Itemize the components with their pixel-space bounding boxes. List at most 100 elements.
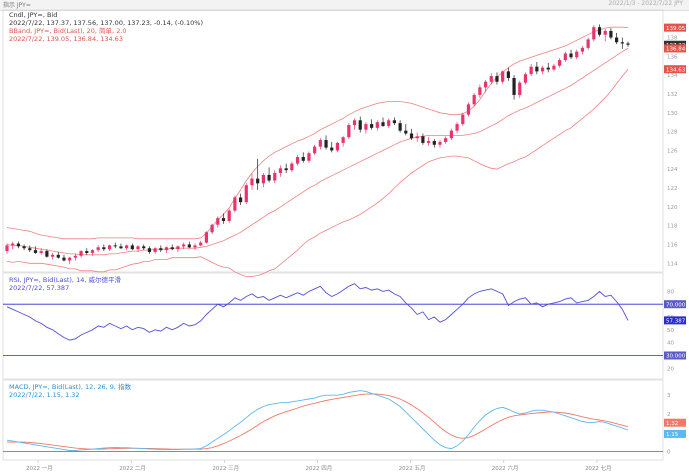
candle-body <box>39 251 43 253</box>
candle-body <box>552 65 556 70</box>
candle-body <box>318 140 322 147</box>
macd-badge-macd-text: 1.15 <box>666 432 679 438</box>
price-y-tick-label: 130 <box>667 111 678 117</box>
candle-body <box>358 120 362 130</box>
x-tick-label: 2022 一月 <box>26 465 53 472</box>
candle-body <box>273 172 277 181</box>
price-y-tick-label: 136 <box>667 54 678 60</box>
candle-body <box>301 156 305 161</box>
candle-body <box>227 210 231 221</box>
x-tick-label: 2022 七月 <box>585 464 612 472</box>
price-y-tick-label: 122 <box>667 186 678 192</box>
candle-body <box>364 124 368 130</box>
candle-body <box>535 66 539 72</box>
candle-body <box>142 246 146 249</box>
y-axis-labels: 138 136 134 132 130 128 126 124 122 120 118 116 114 8… <box>667 36 678 456</box>
candle-body <box>506 71 510 78</box>
x-tick-label: 2022 三月 <box>212 465 239 472</box>
candle-body <box>250 178 254 186</box>
price-y-tick-label: 114 <box>667 261 678 267</box>
bband-middle-line <box>6 48 629 256</box>
candle-body <box>478 87 482 95</box>
candle-body <box>615 37 619 43</box>
candle-body <box>45 251 49 257</box>
candle-body <box>569 53 573 58</box>
candle-body <box>290 163 294 171</box>
rsi-y-tick-label: 40 <box>667 341 674 347</box>
candle-body <box>466 104 471 115</box>
price-badge-text: 139.05 <box>666 26 686 32</box>
candle-body <box>352 120 357 126</box>
candle-body <box>370 124 374 128</box>
candle-body <box>261 174 265 184</box>
price-badge-text: 134.63 <box>666 67 686 73</box>
bband-lower-line <box>6 68 629 277</box>
candle-body <box>170 247 174 250</box>
candle-body <box>22 246 26 249</box>
candle-body <box>90 250 95 253</box>
candle-body <box>313 146 317 154</box>
candle-body <box>28 248 32 251</box>
candle-body <box>199 242 203 246</box>
candle-body <box>626 43 630 45</box>
macd-y-tick-label: 3 <box>667 393 671 399</box>
candle-body <box>102 247 106 250</box>
rsi-panel-frame <box>2 272 664 380</box>
candle-body <box>159 248 163 251</box>
price-y-tick-label: 132 <box>667 92 678 98</box>
candle-body <box>580 47 585 52</box>
value-badges: 139.05137.23136.84134.6370.00057.38730.0… <box>664 23 686 438</box>
candle-body <box>387 120 391 126</box>
bband-label: BBand, JPY=, Bid(Last), 20, 简单, 2.0 <box>9 27 127 35</box>
candle-body <box>398 123 402 131</box>
candle-body <box>609 30 613 38</box>
candle-body <box>438 141 442 145</box>
candle-body <box>68 257 72 261</box>
candle-body <box>335 142 340 151</box>
macd-signal-line <box>7 393 629 450</box>
candle-body <box>392 120 397 124</box>
price-values: 2022/7/22, 137.37, 137.56, 137.00, 137.2… <box>9 19 203 27</box>
x-tick-label: 2022 五月 <box>399 465 426 472</box>
price-series-label: Cndl, JPY=, Bid <box>9 11 58 19</box>
candle-body <box>529 66 533 75</box>
candle-body <box>432 141 436 145</box>
candle-body <box>284 168 288 171</box>
candle-body <box>512 77 516 95</box>
price-y-tick-label: 124 <box>667 167 678 173</box>
candle-body <box>16 243 20 247</box>
candle-body <box>221 218 226 221</box>
candle-body <box>489 76 493 82</box>
bollinger-bands <box>6 26 629 277</box>
candle-body <box>347 125 351 138</box>
candle-body <box>113 245 117 247</box>
candle-body <box>33 250 38 253</box>
macd-label: MACD, JPY=, Bid(Last), 12, 26, 9, 指数 <box>9 383 132 391</box>
rsi-y-tick-label: 50 <box>667 328 674 334</box>
candle-body <box>592 27 596 40</box>
candle-body <box>603 30 607 35</box>
price-y-tick-label: 120 <box>667 205 678 211</box>
candle-body <box>147 248 152 253</box>
candle-body <box>233 197 237 211</box>
candle-body <box>267 174 271 181</box>
x-tick-label: 2022 二月 <box>119 465 146 472</box>
macd-badge-signal-text: 1.32 <box>666 421 678 427</box>
candle-body <box>375 122 379 128</box>
candle-body <box>136 246 140 250</box>
candle-body <box>415 136 419 139</box>
candle-body <box>501 71 505 82</box>
price-y-tick-label: 116 <box>667 242 678 248</box>
candle-body <box>307 153 311 161</box>
candle-body <box>472 94 476 105</box>
candle-body <box>238 197 243 203</box>
price-y-tick-label: 126 <box>667 148 678 154</box>
candle-body <box>620 42 624 44</box>
candle-body <box>461 114 465 125</box>
candlesticks <box>5 24 630 265</box>
chart-canvas[interactable]: 138 136 134 132 130 128 126 124 122 120 118 116 114 8… <box>0 0 689 475</box>
bband-values: 2022/7/22, 139.05, 136.84, 134.63 <box>9 35 123 43</box>
rsi-line <box>6 283 629 341</box>
price-y-tick-label: 128 <box>667 130 678 136</box>
x-axis-labels: 2022 一月 2022 二月 2022 三月 2022 四月 2022 五月 2022 … <box>26 460 612 472</box>
